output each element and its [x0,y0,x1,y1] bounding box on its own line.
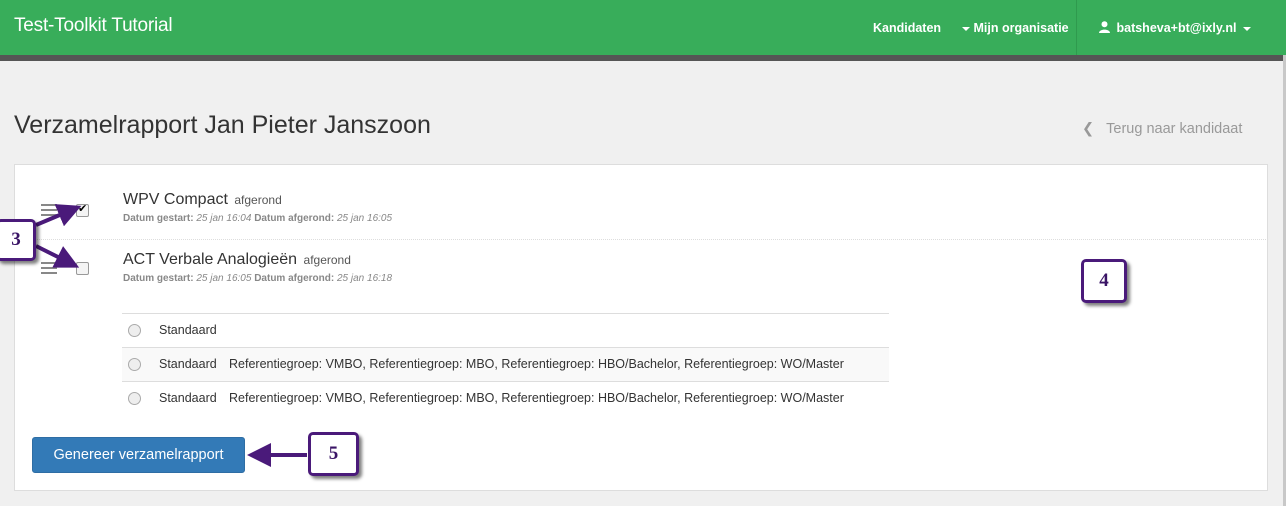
top-navbar: Test-Toolkit Tutorial Kandidaten Mijn or… [0,0,1286,55]
started-value: 25 jan 16:05 [196,273,252,284]
report-option-radio[interactable] [128,392,141,405]
report-option-radio[interactable] [128,324,141,337]
callout-badge: 4 [1081,259,1127,303]
report-option-name: Standaard [159,323,217,337]
callout-badge: 5 [308,432,359,476]
drag-handle-icon[interactable] [41,204,57,216]
nav-user-menu[interactable]: batsheva+bt@ixly.nl [1099,21,1251,35]
report-option-refs: Referentiegroep: VMBO, Referentiegroep: … [229,357,844,371]
report-options-table: Standaard Standaard Referentiegroep: VMB… [122,313,889,415]
finished-label: Datum afgerond: [254,213,335,224]
started-label: Datum gestart: [123,213,194,224]
nav-user-label: batsheva+bt@ixly.nl [1116,21,1237,35]
chevron-left-icon: ❮ [1082,121,1095,137]
item-divider [14,239,1268,240]
finished-value: 25 jan 16:05 [336,213,393,224]
finished-value: 25 jan 16:18 [336,273,393,284]
started-value: 25 jan 16:04 [196,213,252,224]
report-option-row[interactable]: Standaard Referentiegroep: VMBO, Referen… [122,347,889,381]
back-to-candidate-link[interactable]: ❮ Terug naar kandidaat [1082,121,1242,137]
nav-mijn-organisatie[interactable]: Mijn organisatie [962,21,1069,35]
report-option-row[interactable]: Standaard [122,313,889,347]
test-checkbox-wpv[interactable] [76,202,89,217]
test-name: WPV Compact [123,191,228,208]
test-checkbox-act[interactable] [76,262,89,275]
report-option-name: Standaard [159,357,217,371]
caret-down-icon [962,26,970,31]
nav-organisatie-label: Mijn organisatie [973,21,1069,35]
navbar-shadow-bar [0,55,1286,61]
test-name: ACT Verbale Analogieën [123,251,298,268]
started-label: Datum gestart: [123,273,194,284]
test-title: ACT Verbale Analogieën afgerond [123,251,351,269]
test-dates: Datum gestart: 25 jan 16:05 Datum afgero… [123,273,392,284]
finished-label: Datum afgerond: [254,273,335,284]
report-option-row[interactable]: Standaard Referentiegroep: VMBO, Referen… [122,381,889,415]
caret-down-icon [1242,26,1251,31]
report-option-radio[interactable] [128,358,141,371]
page-title: Verzamelrapport Jan Pieter Janszoon [14,111,431,139]
report-option-name: Standaard [159,391,217,405]
nav-kandidaten[interactable]: Kandidaten [873,21,941,35]
test-title: WPV Compact afgerond [123,191,282,209]
nav-divider [1076,0,1077,55]
back-link-label: Terug naar kandidaat [1106,121,1243,137]
callout-badge: 3 [0,219,36,261]
brand-title[interactable]: Test-Toolkit Tutorial [14,15,173,37]
generate-report-button[interactable]: Genereer verzamelrapport [32,437,245,473]
user-icon [1099,21,1110,33]
test-status: afgerond [303,253,351,267]
test-dates: Datum gestart: 25 jan 16:04 Datum afgero… [123,213,392,224]
report-option-refs: Referentiegroep: VMBO, Referentiegroep: … [229,391,844,405]
drag-handle-icon[interactable] [41,262,57,274]
test-status: afgerond [234,193,282,207]
